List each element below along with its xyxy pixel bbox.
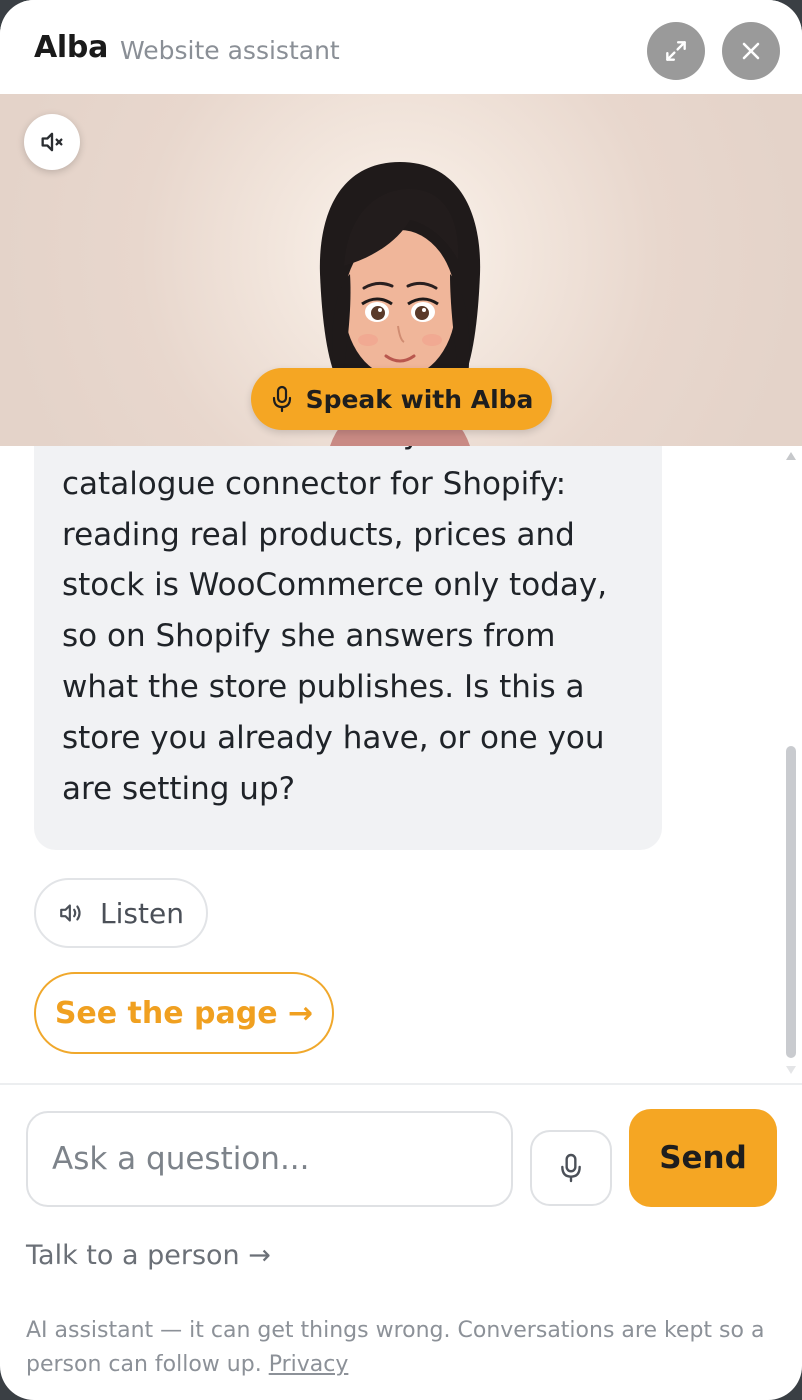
message-line: reading real products, prices and	[62, 516, 575, 553]
speak-button-label: Speak with Alba	[305, 384, 534, 414]
composer-divider	[0, 1083, 802, 1085]
listen-label: Listen	[100, 896, 184, 930]
message-line: so on Shopify she answers from	[62, 618, 556, 655]
disclaimer-body: AI assistant — it can get things wrong. …	[26, 1318, 765, 1377]
assistant-subtitle: Website assistant	[120, 36, 340, 65]
microphone-icon	[272, 385, 291, 413]
avatar-stage: Speak with Alba	[0, 94, 802, 446]
question-input[interactable]	[26, 1111, 513, 1207]
message-line: site. What is not built yet is the live	[62, 446, 634, 459]
message-line: are setting up?	[62, 770, 296, 807]
expand-button[interactable]	[647, 22, 705, 80]
speaker-icon	[60, 904, 81, 922]
message-line: catalogue connector for Shopify:	[62, 465, 567, 502]
microphone-icon	[561, 1153, 581, 1183]
assistant-message: site. What is not built yet is the live …	[34, 446, 662, 850]
voice-input-button[interactable]	[530, 1130, 612, 1206]
speaker-muted-icon	[41, 132, 63, 152]
send-button[interactable]: Send	[629, 1109, 777, 1207]
scroll-down-arrow-icon[interactable]	[786, 1066, 796, 1074]
close-button[interactable]	[722, 22, 780, 80]
see-page-label: See the page →	[54, 995, 314, 1031]
scroll-up-arrow-icon[interactable]	[786, 452, 796, 460]
expand-icon	[666, 41, 686, 61]
conversation-scrollbar[interactable]	[784, 446, 798, 1076]
disclaimer-text: AI assistant — it can get things wrong. …	[26, 1314, 786, 1382]
widget-header: Alba Website assistant	[0, 0, 802, 94]
message-line: what the store publishes. Is this a	[62, 668, 585, 705]
assistant-name: Alba	[34, 30, 109, 65]
message-line: store you already have, or one you	[62, 719, 605, 756]
chat-widget: Alba Website assistant Speak with Alba c…	[0, 0, 802, 1400]
message-line: stock is WooCommerce only today,	[62, 567, 608, 604]
speak-with-button[interactable]: Speak with Alba	[251, 368, 552, 430]
see-page-button[interactable]: See the page →	[34, 972, 334, 1054]
send-label: Send	[659, 1140, 747, 1176]
mute-button[interactable]	[24, 114, 80, 170]
close-icon	[742, 42, 760, 60]
scroll-thumb[interactable]	[786, 746, 796, 1058]
listen-button[interactable]: Listen	[34, 878, 208, 948]
conversation-area: site. What is not built yet is the live …	[0, 446, 802, 1084]
talk-to-person-link[interactable]: Talk to a person →	[26, 1240, 271, 1271]
privacy-link[interactable]: Privacy	[269, 1352, 349, 1377]
